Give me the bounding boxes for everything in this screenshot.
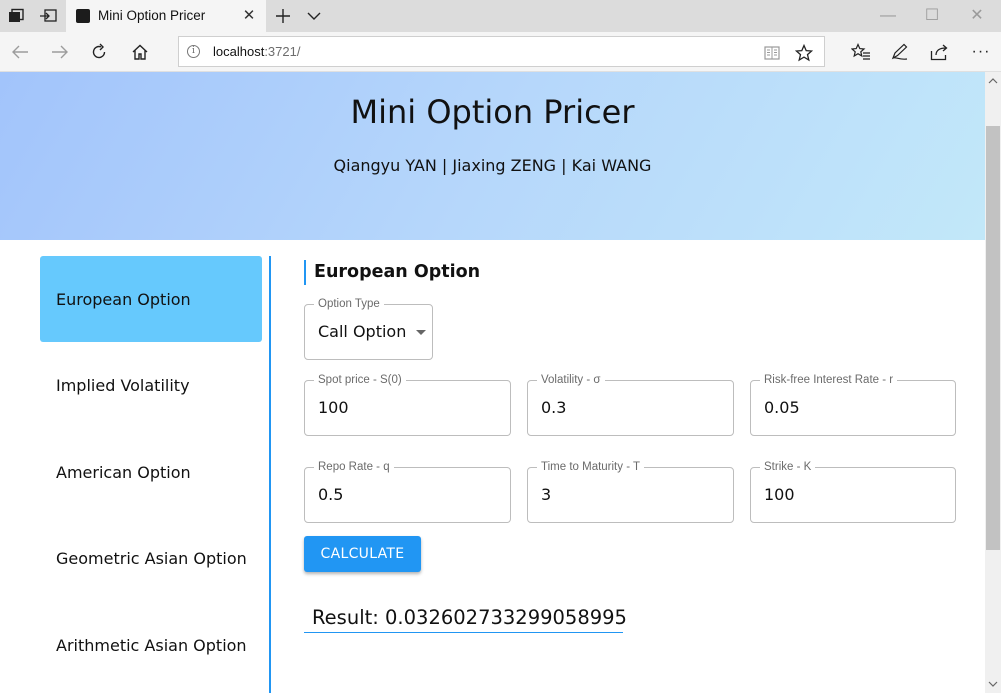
favorite-star-icon[interactable]: [795, 44, 813, 62]
reading-view-icon[interactable]: [763, 44, 781, 62]
option-type-select[interactable]: Option Type Call Option: [304, 298, 433, 360]
tab-manager-icon[interactable]: [6, 6, 26, 26]
spot-price-field[interactable]: Spot price - S(0) 100: [304, 374, 511, 436]
calculate-button[interactable]: CALCULATE: [304, 536, 421, 572]
address-text[interactable]: localhost:3721/: [213, 44, 300, 59]
new-tab-icon[interactable]: [273, 6, 293, 26]
volatility-label: Volatility - σ: [537, 374, 605, 387]
time-to-maturity-value[interactable]: 3: [541, 485, 551, 504]
repo-rate-field[interactable]: Repo Rate - q 0.5: [304, 461, 511, 523]
option-type-label: Option Type: [314, 298, 384, 311]
sidebar-item-american-option[interactable]: American Option: [40, 429, 262, 515]
strike-value[interactable]: 100: [764, 485, 795, 504]
tab-title: Mini Option Pricer: [98, 8, 206, 23]
browser-tab-bar: Mini Option Pricer ✕ — ☐ ✕: [0, 0, 1001, 32]
site-info-icon[interactable]: i: [187, 45, 200, 58]
volatility-field[interactable]: Volatility - σ 0.3: [527, 374, 734, 436]
spot-price-label: Spot price - S(0): [314, 374, 406, 387]
favorites-hub-icon[interactable]: [850, 41, 872, 63]
page-header: Mini Option Pricer Qiangyu YAN | Jiaxing…: [0, 72, 985, 240]
scroll-up-icon[interactable]: [988, 76, 998, 86]
strike-label: Strike - K: [760, 461, 816, 474]
repo-rate-label: Repo Rate - q: [314, 461, 394, 474]
scroll-down-icon[interactable]: [988, 679, 998, 689]
authors-line: Qiangyu YAN | Jiaxing ZENG | Kai WANG: [333, 156, 652, 175]
sidebar-item-european-option[interactable]: European Option: [40, 256, 262, 342]
sidebar-item-arithmetic-asian-option[interactable]: Arithmetic Asian Option: [40, 602, 262, 688]
risk-free-rate-label: Risk-free Interest Rate - r: [760, 374, 898, 387]
address-bar[interactable]: i localhost:3721/: [178, 36, 825, 67]
option-type-value: Call Option: [318, 322, 407, 341]
time-to-maturity-field[interactable]: Time to Maturity - T 3: [527, 461, 734, 523]
refresh-icon[interactable]: [88, 41, 110, 63]
volatility-value[interactable]: 0.3: [541, 398, 566, 417]
active-tab[interactable]: Mini Option Pricer ✕: [66, 0, 266, 32]
sidebar-item-implied-volatility[interactable]: Implied Volatility: [40, 342, 262, 428]
page-title: Mini Option Pricer: [350, 93, 635, 131]
risk-free-rate-field[interactable]: Risk-free Interest Rate - r 0.05: [750, 374, 956, 436]
more-menu-icon[interactable]: ···: [970, 41, 992, 63]
close-window-icon[interactable]: ✕: [967, 6, 987, 26]
minimize-icon[interactable]: —: [878, 6, 898, 26]
forward-icon[interactable]: [49, 41, 71, 63]
tab-close-icon[interactable]: ✕: [240, 7, 258, 25]
dropdown-arrow-icon[interactable]: [416, 330, 426, 335]
time-to-maturity-label: Time to Maturity - T: [537, 461, 645, 474]
back-icon[interactable]: [9, 41, 31, 63]
section-title: European Option: [304, 260, 480, 285]
result-display: Result: 0.032602733299058995: [304, 604, 627, 633]
web-notes-pen-icon[interactable]: [889, 41, 911, 63]
share-icon[interactable]: [929, 41, 951, 63]
sidebar-item-geometric-asian-option[interactable]: Geometric Asian Option: [40, 515, 262, 601]
sidebar-divider: [269, 256, 271, 693]
repo-rate-value[interactable]: 0.5: [318, 485, 343, 504]
spot-price-value[interactable]: 100: [318, 398, 349, 417]
strike-field[interactable]: Strike - K 100: [750, 461, 956, 523]
set-tabs-aside-icon[interactable]: [38, 6, 58, 26]
scroll-thumb[interactable]: [986, 126, 1000, 550]
favicon-icon: [76, 9, 90, 23]
page-scrollbar[interactable]: [985, 72, 1001, 693]
result-text: Result: 0.032602733299058995: [312, 606, 627, 629]
maximize-icon[interactable]: ☐: [922, 6, 942, 26]
browser-nav-bar: i localhost:3721/ ···: [0, 32, 1001, 72]
home-icon[interactable]: [129, 41, 151, 63]
risk-free-rate-value[interactable]: 0.05: [764, 398, 800, 417]
tab-preview-chevron-icon[interactable]: [304, 6, 324, 26]
